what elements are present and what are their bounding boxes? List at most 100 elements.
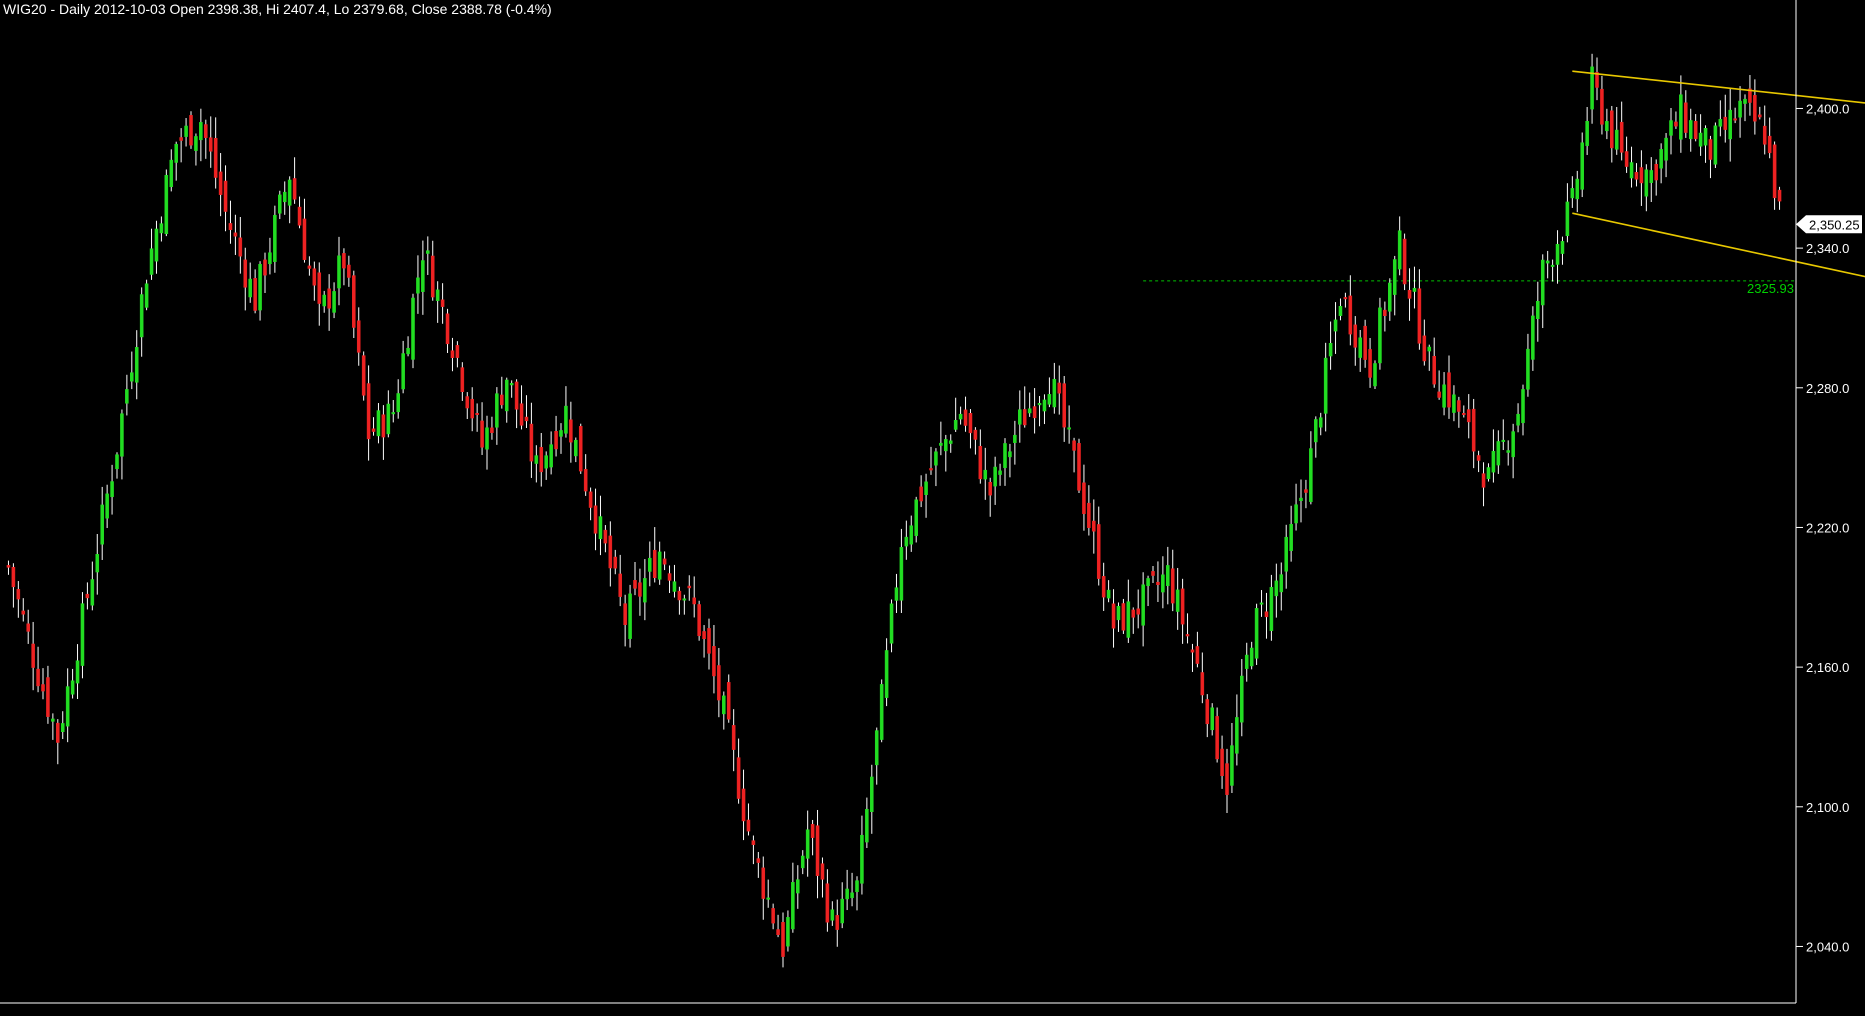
candle-down [218, 171, 223, 195]
candle-down [1600, 88, 1604, 125]
candle-down [741, 788, 746, 822]
candle-up [1328, 342, 1333, 357]
candle-down [1062, 383, 1066, 428]
candle-down [480, 420, 484, 448]
candle-down [1733, 118, 1737, 121]
candle-down [815, 825, 820, 876]
candle-up [1008, 451, 1012, 458]
candle-down [41, 684, 45, 692]
candle-down [519, 403, 524, 426]
candle-down [618, 573, 622, 597]
candle-down [726, 682, 731, 720]
candle-up [184, 125, 188, 137]
candle-down [1610, 110, 1614, 149]
candle-up [90, 579, 95, 606]
candle-down [712, 646, 716, 677]
candle-up [1141, 584, 1145, 626]
candle-down [56, 722, 60, 743]
candle-up [337, 255, 341, 289]
candle-up [411, 297, 415, 360]
candle-up [1126, 601, 1131, 638]
candle-down [352, 275, 356, 328]
candle-up [1679, 94, 1683, 140]
candle-up [130, 372, 134, 382]
candle-down [11, 566, 16, 588]
candle-down [1096, 524, 1101, 579]
candle-down [1481, 473, 1486, 488]
candle-down [1758, 114, 1762, 118]
candle-down [1220, 748, 1224, 777]
candle-up [1506, 450, 1510, 453]
candle-down [919, 486, 923, 502]
candle-up [1442, 384, 1446, 408]
candle-up [282, 191, 287, 203]
candle-up [1210, 707, 1214, 731]
candle-down [317, 272, 322, 304]
candle-up [1047, 394, 1052, 405]
candle-down [356, 320, 361, 353]
candle-down [470, 398, 474, 419]
candle-up [322, 294, 326, 307]
candle-up [1388, 282, 1392, 312]
candle-down [603, 529, 608, 544]
candle-up [386, 403, 391, 435]
candle-up [1042, 399, 1047, 412]
candle-up [899, 547, 904, 601]
candle-up [401, 353, 405, 390]
candle-down [1353, 324, 1358, 348]
candle-up [1718, 119, 1723, 127]
candle-down [1131, 609, 1136, 618]
candle-down [1417, 288, 1422, 344]
candle-down [263, 259, 267, 276]
candle-up [1037, 403, 1042, 406]
candle-up [643, 578, 647, 603]
candle-up [998, 470, 1002, 475]
candle-up [939, 442, 943, 446]
candle-down [588, 491, 593, 508]
chart-header: WIG20 - Daily 2012-10-03 Open 2398.38, H… [3, 1, 552, 17]
candle-up [791, 882, 795, 930]
candle-down [578, 426, 583, 472]
candle-down [1476, 455, 1481, 461]
candle-up [904, 536, 909, 547]
candle-up [1629, 162, 1634, 179]
candle-up [406, 347, 410, 355]
candle-up [628, 593, 632, 639]
candle-up [549, 444, 553, 468]
candle-up [958, 413, 963, 420]
candle-up [1240, 675, 1244, 723]
candle-up [134, 347, 139, 383]
candle-up [1496, 441, 1501, 466]
candle-down [638, 582, 642, 597]
candle-down [731, 725, 736, 750]
last-price-badge: 2,350.25 [1796, 215, 1862, 234]
candle-down [835, 915, 840, 930]
candle-down [1471, 408, 1476, 452]
candle-up [1555, 243, 1560, 265]
candle-down [46, 677, 50, 717]
candle-down [1072, 440, 1076, 451]
candle-up [169, 159, 174, 188]
candle-down [460, 367, 465, 392]
candle-down [189, 115, 193, 146]
candle-up [1235, 717, 1239, 754]
candle-up [1259, 602, 1264, 605]
candle-up [766, 897, 770, 900]
candle-up [1491, 450, 1496, 473]
candle-down [652, 549, 657, 578]
candle-down [327, 288, 331, 309]
candle-up [509, 383, 514, 386]
candle-up [786, 917, 790, 947]
candle-down [593, 505, 598, 534]
candle-down [1082, 482, 1086, 515]
candle-down [1200, 672, 1205, 696]
candle-down [978, 445, 983, 480]
candle-up [1575, 178, 1580, 200]
candle-up [648, 557, 652, 572]
candle-down [1753, 95, 1757, 122]
candle-down [233, 232, 238, 237]
candle-up [1412, 287, 1417, 292]
candle-down [1225, 763, 1229, 795]
candle-down [1170, 568, 1175, 604]
candle-down [1348, 295, 1353, 335]
